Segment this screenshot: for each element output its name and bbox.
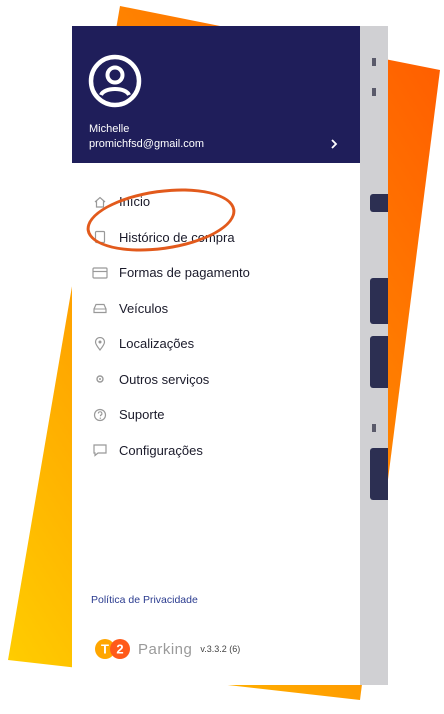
menu-item-outros-servicos[interactable]: Outros serviços bbox=[72, 362, 360, 398]
svg-text:2: 2 bbox=[116, 642, 123, 657]
privacy-policy-link[interactable]: Política de Privacidade bbox=[91, 594, 198, 606]
t2-parking-logo: T 2 Parking bbox=[94, 638, 192, 660]
menu-item-veiculos[interactable]: Veículos bbox=[72, 291, 360, 327]
menu-item-configuracoes[interactable]: Configurações bbox=[72, 433, 360, 469]
menu-item-label: Veículos bbox=[119, 300, 169, 316]
services-icon bbox=[92, 371, 108, 387]
car-icon bbox=[92, 300, 108, 316]
app-footer: T 2 Parking v.3.3.2 (6) bbox=[94, 637, 240, 661]
menu-item-suporte[interactable]: Suporte bbox=[72, 397, 360, 433]
credit-card-icon bbox=[92, 265, 108, 281]
user-avatar-icon bbox=[88, 54, 142, 108]
user-email: promichfsd@gmail.com bbox=[89, 138, 205, 150]
menu-item-label: Formas de pagamento bbox=[119, 265, 250, 281]
menu-item-localizacoes[interactable]: Localizações bbox=[72, 326, 360, 362]
menu-item-label: Localizações bbox=[119, 336, 195, 352]
profile-header[interactable]: Michelle promichfsd@gmail.com bbox=[72, 26, 360, 163]
menu-item-label: Configurações bbox=[119, 442, 203, 458]
help-icon bbox=[92, 407, 108, 423]
brand-name: Parking bbox=[138, 640, 193, 658]
menu-item-formas-de-pagamento[interactable]: Formas de pagamento bbox=[72, 255, 360, 291]
chat-settings-icon bbox=[92, 442, 108, 458]
background-app-content bbox=[360, 26, 388, 685]
chevron-right-icon[interactable] bbox=[327, 137, 341, 151]
location-pin-icon bbox=[92, 336, 108, 352]
menu-item-label: Outros serviços bbox=[119, 371, 210, 387]
phone-screen: Michelle promichfsd@gmail.com Início His… bbox=[72, 26, 388, 685]
user-name: Michelle bbox=[89, 123, 130, 135]
t2-logo-icon: T 2 bbox=[95, 639, 130, 659]
app-version: v.3.3.2 (6) bbox=[200, 644, 241, 654]
svg-text:T: T bbox=[101, 642, 109, 657]
navigation-drawer: Michelle promichfsd@gmail.com Início His… bbox=[72, 26, 360, 685]
menu-item-label: Suporte bbox=[119, 407, 165, 423]
